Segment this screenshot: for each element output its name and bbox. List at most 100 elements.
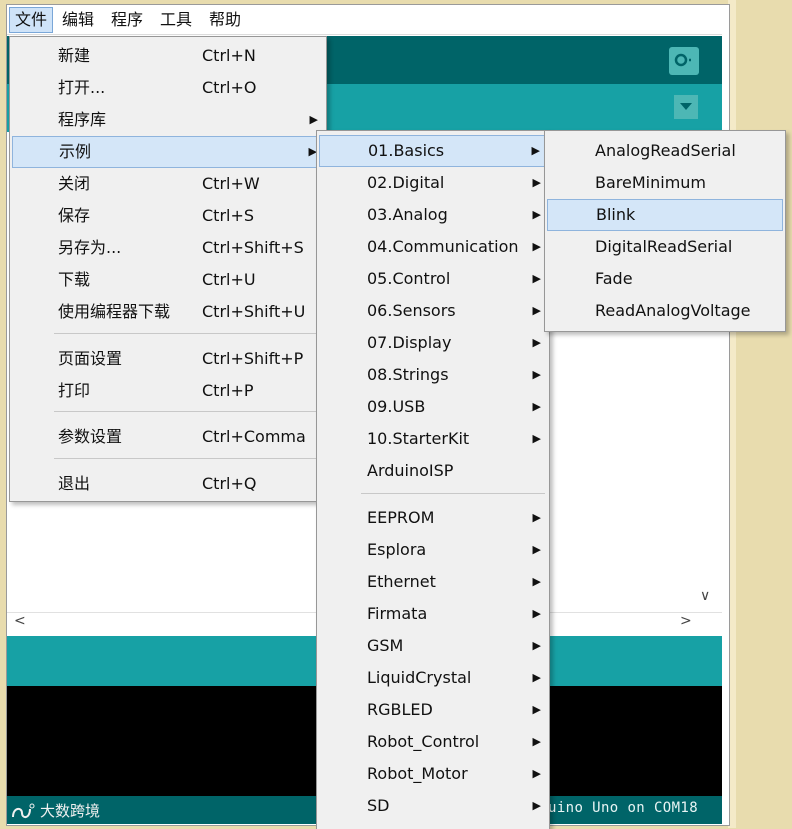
serial-monitor-button[interactable] [669,47,699,75]
submenu-arrow-icon: ▶ [532,799,541,812]
menu-item-print[interactable]: 打印 Ctrl+P [12,376,324,406]
menu-item-upload-programmer[interactable]: 使用编程器下载 Ctrl+Shift+U [12,297,324,327]
example-arduinoisp[interactable]: ArduinoISP [319,456,547,486]
example-category-starterkit[interactable]: 10.StarterKit ▶ [319,424,547,454]
menu-item-label: SD [367,796,390,815]
menu-item-save[interactable]: 保存 Ctrl+S [12,201,324,231]
menu-sketch[interactable]: 程序 [106,8,148,32]
scroll-left-icon[interactable]: < [14,613,26,629]
example-category-sensors[interactable]: 06.Sensors ▶ [319,296,547,326]
menu-item-quit[interactable]: 退出 Ctrl+Q [12,469,324,499]
menu-item-shortcut: Ctrl+Shift+S [202,238,304,257]
submenu-arrow-icon: ▶ [532,208,541,221]
menu-item-label: Blink [596,205,636,224]
example-digitalreadserial[interactable]: DigitalReadSerial [547,232,783,262]
menu-item-label: 使用编程器下载 [58,302,171,321]
example-library-robot-control[interactable]: Robot_Control ▶ [319,727,547,757]
watermark: 大数跨境 [10,800,100,821]
menu-item-label: 保存 [58,206,91,225]
menu-item-label: 03.Analog [367,205,448,224]
menu-item-shortcut: Ctrl+N [202,46,256,65]
example-library-rgbled[interactable]: RGBLED ▶ [319,695,547,725]
menu-item-shortcut: Ctrl+Shift+U [202,302,306,321]
menu-item-label: 05.Control [367,269,451,288]
menu-item-shortcut: Ctrl+W [202,174,260,193]
menu-item-page-setup[interactable]: 页面设置 Ctrl+Shift+P [12,344,324,374]
example-category-strings[interactable]: 08.Strings ▶ [319,360,547,390]
example-readanalogvoltage[interactable]: ReadAnalogVoltage [547,296,783,326]
submenu-arrow-icon: ▶ [532,304,541,317]
board-port-label: uino Uno on COM18 [548,800,699,816]
example-fade[interactable]: Fade [547,264,783,294]
example-bareminimum[interactable]: BareMinimum [547,168,783,198]
example-library-firmata[interactable]: Firmata ▶ [319,599,547,629]
menu-item-label: ArduinoISP [367,461,454,480]
example-category-communication[interactable]: 04.Communication ▶ [319,232,547,262]
menu-item-preferences[interactable]: 参数设置 Ctrl+Comma [12,422,324,452]
menu-separator [54,458,322,459]
submenu-arrow-icon: ▶ [532,272,541,285]
menu-item-shortcut: Ctrl+Comma [202,427,306,446]
example-category-digital[interactable]: 02.Digital ▶ [319,168,547,198]
menu-item-label: Robot_Control [367,732,480,751]
submenu-arrow-icon: ▶ [532,767,541,780]
menu-item-label: 09.USB [367,397,426,416]
menu-edit[interactable]: 编辑 [57,8,99,32]
menu-item-shortcut: Ctrl+S [202,206,255,225]
menu-item-upload[interactable]: 下载 Ctrl+U [12,265,324,295]
menu-bar: 文件 编辑 程序 工具 帮助 [7,7,722,35]
menu-separator [54,411,322,412]
example-library-liquidcrystal[interactable]: LiquidCrystal ▶ [319,663,547,693]
example-analogreadserial[interactable]: AnalogReadSerial [547,136,783,166]
menu-item-label: 关闭 [58,174,91,193]
chevron-down-icon [680,103,692,110]
example-category-display[interactable]: 07.Display ▶ [319,328,547,358]
menu-item-label: Ethernet [367,572,436,591]
menu-item-examples[interactable]: 示例 ▶ [12,136,324,168]
examples-submenu: 01.Basics ▶ 02.Digital ▶ 03.Analog ▶ 04.Com… [316,130,550,829]
menu-item-label: 06.Sensors [367,301,456,320]
example-library-gsm[interactable]: GSM ▶ [319,631,547,661]
example-category-control[interactable]: 05.Control ▶ [319,264,547,294]
menu-separator [54,333,322,334]
scroll-down-icon[interactable]: ∨ [700,588,710,604]
menu-item-label: 打开... [58,78,106,97]
menu-item-label: ReadAnalogVoltage [595,301,751,320]
menu-item-label: Firmata [367,604,428,623]
example-blink[interactable]: Blink [547,199,783,231]
menu-item-open[interactable]: 打开... Ctrl+O [12,73,324,103]
menu-help[interactable]: 帮助 [204,8,246,32]
menu-item-sketchbook[interactable]: 程序库 ▶ [12,105,324,135]
submenu-arrow-icon: ▶ [532,240,541,253]
example-library-eeprom[interactable]: EEPROM ▶ [319,503,547,533]
menu-item-close[interactable]: 关闭 Ctrl+W [12,169,324,199]
menu-item-label: GSM [367,636,404,655]
example-category-usb[interactable]: 09.USB ▶ [319,392,547,422]
menu-item-new[interactable]: 新建 Ctrl+N [12,41,324,71]
menu-item-label: 下载 [58,270,91,289]
menu-tools[interactable]: 工具 [155,8,197,32]
menu-file[interactable]: 文件 [9,7,54,33]
menu-item-label: 新建 [58,46,91,65]
menu-item-label: 打印 [58,381,91,400]
example-library-sd[interactable]: SD ▶ [319,791,547,821]
submenu-arrow-icon: ▶ [531,144,540,157]
menu-item-save-as[interactable]: 另存为... Ctrl+Shift+S [12,233,324,263]
magnifier-icon [674,53,693,67]
submenu-arrow-icon: ▶ [532,543,541,556]
example-library-robot-motor[interactable]: Robot_Motor ▶ [319,759,547,789]
watermark-logo-icon [12,803,35,818]
example-library-esplora[interactable]: Esplora ▶ [319,535,547,565]
menu-item-label: 退出 [58,474,91,493]
submenu-arrow-icon: ▶ [532,400,541,413]
menu-item-shortcut: Ctrl+Q [202,474,257,493]
scroll-right-icon[interactable]: > [680,613,692,629]
file-menu: 新建 Ctrl+N 打开... Ctrl+O 程序库 ▶ 示例 ▶ 关闭 Ctrl+W 保… [9,36,327,502]
menu-separator [361,493,545,494]
example-category-analog[interactable]: 03.Analog ▶ [319,200,547,230]
submenu-arrow-icon: ▶ [532,703,541,716]
example-category-basics[interactable]: 01.Basics ▶ [319,135,547,167]
submenu-arrow-icon: ▶ [532,368,541,381]
example-library-ethernet[interactable]: Ethernet ▶ [319,567,547,597]
tab-menu-button[interactable] [674,95,698,119]
